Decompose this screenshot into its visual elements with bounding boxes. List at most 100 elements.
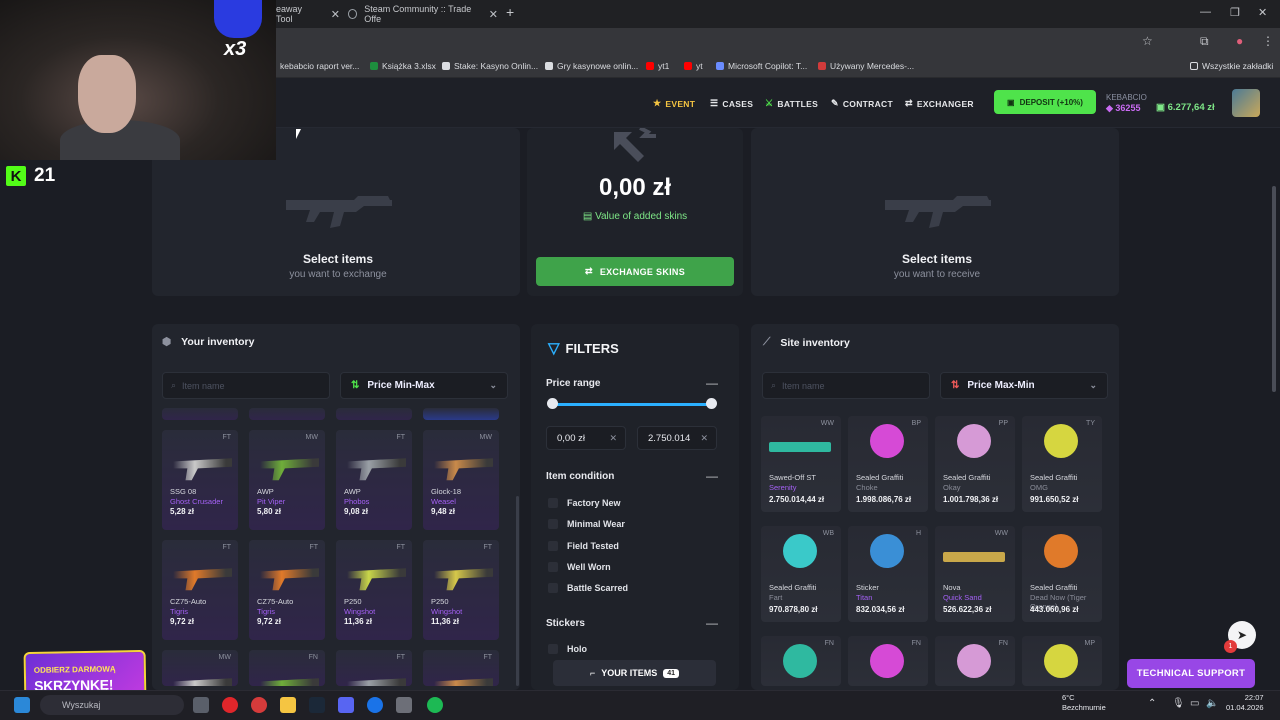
clear-icon[interactable]: ✕ xyxy=(700,433,708,444)
checkbox[interactable] xyxy=(548,583,558,593)
condition-checkbox-factory-new[interactable]: Factory New xyxy=(548,498,621,508)
extensions-icon[interactable]: ⧉ xyxy=(1200,34,1209,49)
clear-icon[interactable]: ✕ xyxy=(609,433,617,444)
opera-gx-icon[interactable] xyxy=(251,697,267,713)
item-card[interactable]: H Sticker Titan 832.034,56 zł xyxy=(848,526,928,622)
chrome-icon[interactable] xyxy=(367,697,383,713)
taskbar-clock[interactable]: 22:07 01.04.2026 xyxy=(1226,693,1264,713)
price-slider-min-handle[interactable] xyxy=(547,398,558,409)
collapse-icon[interactable]: — xyxy=(706,616,718,630)
inventory-scrollbar[interactable] xyxy=(516,496,519,686)
file-explorer-icon[interactable] xyxy=(280,697,296,713)
checkbox[interactable] xyxy=(548,519,558,529)
site-inventory-sort[interactable]: ⇅ Price Max-Min ⌄ xyxy=(940,372,1108,399)
your-inventory-sort[interactable]: ⇅ Price Min-Max ⌄ xyxy=(340,372,508,399)
condition-checkbox-field-tested[interactable]: Field Tested xyxy=(548,541,619,551)
page-scrollbar[interactable] xyxy=(1272,186,1276,392)
close-window-icon[interactable]: ✕ xyxy=(1258,6,1267,19)
item-card[interactable]: MW AWP Pit Viper 5,80 zł xyxy=(249,430,325,530)
close-tab-icon[interactable]: ✕ xyxy=(489,8,498,21)
your-items-button[interactable]: ⌐ YOUR ITEMS 41 xyxy=(553,660,716,686)
minimize-icon[interactable]: — xyxy=(1200,6,1211,18)
close-tab-icon[interactable]: ✕ xyxy=(331,8,340,21)
item-card[interactable]: PP Sealed Graffiti Okay 1.001.798,36 zł xyxy=(935,416,1015,512)
collapse-icon[interactable]: — xyxy=(706,469,718,483)
bookmark-star-icon[interactable]: ☆ xyxy=(1142,34,1153,48)
your-inventory-search[interactable]: ⌕ Item name xyxy=(162,372,330,399)
item-card[interactable]: Sealed Graffiti Dead Now (Tiger Orange) 44… xyxy=(1022,526,1102,622)
collapse-icon[interactable]: — xyxy=(706,376,718,390)
item-card[interactable]: WW Sawed-Off ST Serenity 2.750.014,44 zł xyxy=(761,416,841,512)
inventory-card-partial[interactable] xyxy=(249,408,325,420)
item-card-partial[interactable]: MW xyxy=(162,650,238,686)
bookmark-item[interactable]: Książka 3.xlsx xyxy=(370,61,436,71)
item-card[interactable]: WW Nova Quick Sand 526.622,36 zł xyxy=(935,526,1015,622)
site-inventory-search[interactable]: ⌕ Item name xyxy=(762,372,930,399)
opera-icon[interactable] xyxy=(222,697,238,713)
bookmark-item[interactable]: Stake: Kasyno Onlin... xyxy=(442,61,538,71)
bookmark-item[interactable]: yt xyxy=(684,61,703,71)
bookmark-item[interactable]: yt1 xyxy=(646,61,669,71)
item-card[interactable]: MW Glock-18 Weasel 9,48 zł xyxy=(423,430,499,530)
checkbox[interactable] xyxy=(548,562,558,572)
technical-support-button[interactable]: TECHNICAL SUPPORT xyxy=(1127,659,1255,688)
condition-checkbox-well-worn[interactable]: Well Worn xyxy=(548,562,611,572)
item-card[interactable]: WB Sealed Graffiti Fart 970.878,80 zł xyxy=(761,526,841,622)
item-card-partial[interactable]: FN xyxy=(249,650,325,686)
windows-start-icon[interactable] xyxy=(14,697,30,713)
nav-event[interactable]: ★ EVENT xyxy=(653,98,695,109)
all-bookmarks[interactable]: Wszystkie zakładki xyxy=(1190,61,1273,71)
nav-contract[interactable]: ✎ CONTRACT xyxy=(831,98,893,109)
maximize-icon[interactable]: ❐ xyxy=(1230,6,1240,19)
price-min-input[interactable]: 0,00 zł ✕ xyxy=(546,426,626,450)
nav-exchanger[interactable]: ⇄ EXCHANGER xyxy=(905,98,974,109)
bookmark-item[interactable]: Microsoft Copilot: T... xyxy=(716,61,807,71)
spotify-icon[interactable] xyxy=(427,697,443,713)
inventory-card-partial[interactable] xyxy=(423,408,499,420)
taskbar-search[interactable]: Wyszukaj xyxy=(40,695,184,715)
bookmark-item[interactable]: kebabcio raport ver... xyxy=(280,61,359,71)
item-card[interactable]: FT CZ75-Auto Tigris 9,72 zł xyxy=(162,540,238,640)
item-card-partial[interactable]: MP xyxy=(1022,636,1102,686)
item-card[interactable]: TY Sealed Graffiti OMG 991.650,52 zł xyxy=(1022,416,1102,512)
browser-tab[interactable]: eaway Tool ✕ xyxy=(276,3,340,25)
bookmark-item[interactable]: Używany Mercedes-... xyxy=(818,61,914,71)
discord-icon[interactable] xyxy=(338,697,354,713)
price-max-input[interactable]: 2.750.014 ✕ xyxy=(637,426,717,450)
sticker-checkbox-holo[interactable]: Holo xyxy=(548,644,587,654)
item-card[interactable]: FT P250 Wingshot 11,36 zł xyxy=(336,540,412,640)
menu-icon[interactable]: ⋮ xyxy=(1262,34,1274,48)
checkbox[interactable] xyxy=(548,541,558,551)
item-card[interactable]: FT CZ75-Auto Tigris 9,72 zł xyxy=(249,540,325,640)
item-card[interactable]: FT SSG 08 Ghost Crusader 5,28 zł xyxy=(162,430,238,530)
tray-chevron-icon[interactable]: ⌃ xyxy=(1148,698,1156,709)
item-card-partial[interactable]: FN xyxy=(848,636,928,686)
network-icon[interactable]: ▭ xyxy=(1190,698,1199,709)
steam-icon[interactable] xyxy=(309,697,325,713)
weather-widget[interactable]: 6°C Bezchmurnie xyxy=(1062,693,1106,713)
exchange-skins-button[interactable]: ⇄ EXCHANGE SKINS xyxy=(536,257,734,286)
condition-checkbox-battle-scarred[interactable]: Battle Scarred xyxy=(548,583,628,593)
item-card-partial[interactable]: FN xyxy=(761,636,841,686)
item-card-partial[interactable]: FN xyxy=(935,636,1015,686)
item-card[interactable]: FT P250 Wingshot 11,36 zł xyxy=(423,540,499,640)
item-card-partial[interactable]: FT xyxy=(336,650,412,686)
checkbox[interactable] xyxy=(548,498,558,508)
profile-icon[interactable]: ● xyxy=(1236,34,1243,48)
bookmark-item[interactable]: Gry kasynowe onlin... xyxy=(545,61,638,71)
inventory-card-partial[interactable] xyxy=(162,408,238,420)
price-slider-max-handle[interactable] xyxy=(706,398,717,409)
mic-icon[interactable]: 🎙 xyxy=(1172,698,1185,709)
new-tab-icon[interactable]: + xyxy=(506,4,514,20)
checkbox[interactable] xyxy=(548,644,558,654)
volume-icon[interactable]: 🔈 xyxy=(1206,698,1218,709)
item-card[interactable]: FT AWP Phobos 9,08 zł xyxy=(336,430,412,530)
inventory-card-partial[interactable] xyxy=(336,408,412,420)
app-icon[interactable] xyxy=(396,697,412,713)
item-card-partial[interactable]: FT xyxy=(423,650,499,686)
nav-cases[interactable]: ☰ CASES xyxy=(710,98,753,109)
deposit-button[interactable]: ▣ DEPOSIT (+10%) xyxy=(994,90,1096,114)
avatar[interactable] xyxy=(1232,89,1260,117)
price-slider-track[interactable] xyxy=(552,403,712,406)
browser-tab-steam[interactable]: Steam Community :: Trade Offe ✕ xyxy=(348,3,498,25)
